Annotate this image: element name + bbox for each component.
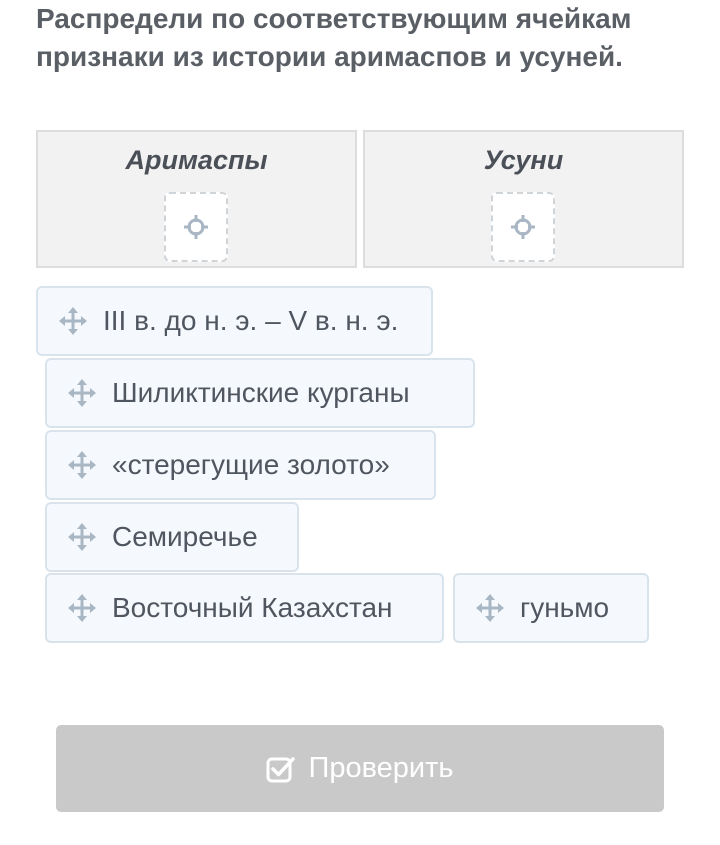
- draggable-chip[interactable]: «стерегущие золото»: [45, 430, 436, 500]
- draggable-chip[interactable]: III в. до н. э. – V в. н. э.: [36, 286, 433, 356]
- cell-title: Аримаспы: [125, 145, 268, 175]
- move-icon: [68, 594, 96, 622]
- chip-label: Семиречье: [112, 521, 258, 552]
- drop-cell-arimaspy[interactable]: Аримаспы: [36, 130, 357, 268]
- draggable-chip[interactable]: Семиречье: [45, 502, 299, 572]
- chip-label: III в. до н. э. – V в. н. э.: [103, 305, 399, 336]
- drop-slot[interactable]: [163, 192, 228, 262]
- crosshair-icon: [183, 215, 208, 239]
- chip-label: Восточный Казахстан: [112, 592, 393, 623]
- drop-cell-usuni[interactable]: Усуни: [363, 130, 684, 268]
- question-text: Распредели по соответствующим ячейкам пр…: [36, 3, 632, 72]
- chip-label: Шиликтинские курганы: [112, 377, 410, 408]
- move-icon: [68, 523, 96, 551]
- draggable-chip[interactable]: Шиликтинские курганы: [45, 358, 475, 428]
- checkbox-checked-icon: [266, 756, 296, 782]
- drop-slot[interactable]: [490, 192, 555, 262]
- chip-label: «стерегущие золото»: [112, 449, 390, 480]
- move-icon: [68, 451, 96, 479]
- move-icon: [476, 594, 504, 622]
- draggable-chip[interactable]: Восточный Казахстан: [45, 573, 444, 643]
- cell-title: Усуни: [483, 145, 564, 175]
- check-button[interactable]: Проверить: [56, 725, 664, 812]
- crosshair-icon: [510, 215, 535, 239]
- move-icon: [59, 307, 87, 335]
- draggable-chip[interactable]: гуньмо: [453, 573, 649, 643]
- check-button-label: Проверить: [308, 752, 454, 784]
- move-icon: [68, 379, 96, 407]
- chip-label: гуньмо: [520, 592, 610, 623]
